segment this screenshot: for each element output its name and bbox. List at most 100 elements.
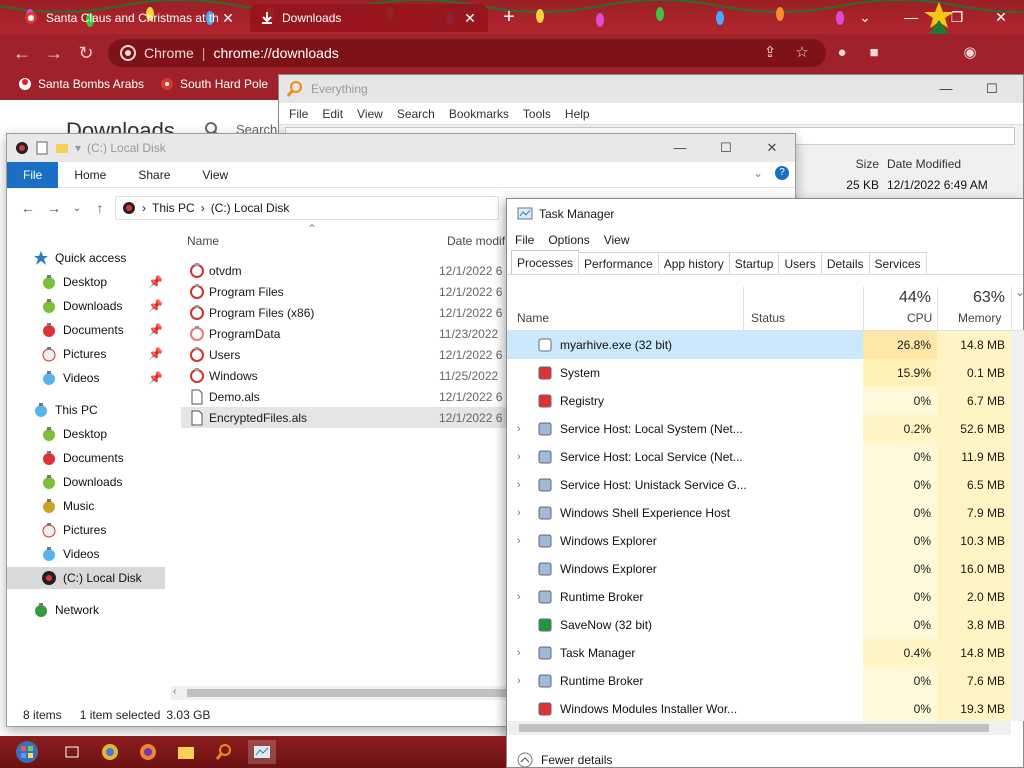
share-icon[interactable]: ⇪ bbox=[760, 43, 780, 63]
ribbon-tab-view[interactable]: View bbox=[186, 162, 244, 188]
menu-view[interactable]: View bbox=[604, 233, 630, 247]
vertical-scrollbar[interactable] bbox=[1011, 331, 1024, 721]
sidebar-item-network[interactable]: Network bbox=[7, 599, 165, 621]
pin-icon[interactable]: 📌 bbox=[148, 323, 163, 337]
menu-options[interactable]: Options bbox=[548, 233, 589, 247]
tab-search-chevron-icon[interactable]: ⌄ bbox=[842, 0, 888, 34]
file-explorer-taskbar-icon[interactable] bbox=[172, 740, 200, 764]
breadcrumb-chevron-icon[interactable]: › bbox=[142, 201, 146, 215]
column-date-modified[interactable]: Date Modified bbox=[887, 157, 1019, 171]
new-folder-icon[interactable] bbox=[55, 141, 69, 155]
horizontal-scrollbar[interactable] bbox=[507, 721, 1011, 735]
bookmark-south-hard-pole[interactable]: South Hard Pole bbox=[160, 77, 268, 91]
sidebar-item-videos[interactable]: Videos bbox=[7, 543, 165, 565]
start-button[interactable] bbox=[10, 740, 44, 764]
extension-icon[interactable]: ● bbox=[832, 43, 852, 63]
tab-downloads[interactable]: Downloads ✕ bbox=[250, 4, 488, 32]
menu-tools[interactable]: Tools bbox=[523, 107, 551, 121]
pin-icon[interactable]: 📌 bbox=[148, 299, 163, 313]
chevron-down-icon[interactable]: ⌄ bbox=[753, 166, 763, 180]
sidebar-item-documents[interactable]: Documents bbox=[7, 447, 165, 469]
column-memory[interactable]: Memory bbox=[958, 311, 1001, 325]
ribbon-tab-home[interactable]: Home bbox=[58, 162, 122, 188]
sidebar-item-local-disk[interactable]: (C:) Local Disk bbox=[7, 567, 165, 589]
tab-details[interactable]: Details bbox=[820, 252, 870, 274]
sidebar-item-pictures[interactable]: Pictures 📌 bbox=[7, 343, 165, 365]
horizontal-scrollbar[interactable]: ‹ bbox=[171, 686, 511, 700]
menu-bookmarks[interactable]: Bookmarks bbox=[449, 107, 509, 121]
up-arrow-icon[interactable]: ↑ bbox=[87, 200, 113, 216]
menu-file[interactable]: File bbox=[289, 107, 308, 121]
task-manager-taskbar-icon[interactable] bbox=[248, 740, 276, 764]
maximize-button[interactable]: ☐ bbox=[969, 75, 1015, 103]
file-row[interactable]: Program Files 12/1/2022 6 bbox=[181, 281, 511, 302]
column-date-modified[interactable]: Date modif bbox=[447, 234, 505, 248]
sidebar-item-desktop[interactable]: Desktop 📌 bbox=[7, 271, 165, 293]
extension-s-icon[interactable]: ■ bbox=[864, 43, 884, 63]
expand-chevron-icon[interactable]: › bbox=[517, 675, 529, 687]
file-row[interactable]: otvdm 12/1/2022 6 bbox=[181, 260, 511, 281]
column-size[interactable]: Size bbox=[789, 157, 887, 171]
process-row[interactable]: › Windows Shell Experience Host 0% 7.9 MB bbox=[507, 499, 1024, 527]
sidebar-item-desktop[interactable]: Desktop bbox=[7, 423, 165, 445]
process-row[interactable]: Windows Explorer 0% 16.0 MB bbox=[507, 555, 1024, 583]
tab-performance[interactable]: Performance bbox=[578, 252, 659, 274]
expand-chevron-icon[interactable]: › bbox=[517, 591, 529, 603]
back-arrow-icon[interactable]: ← bbox=[15, 200, 41, 216]
tab-santa-claus[interactable]: Santa Claus and Christmas at th ✕ bbox=[14, 4, 246, 32]
close-icon[interactable]: ✕ bbox=[220, 10, 236, 27]
ribbon-tab-file[interactable]: File bbox=[7, 161, 59, 188]
sidebar-item-this-pc[interactable]: This PC bbox=[7, 399, 165, 421]
scroll-left-icon[interactable]: ‹ bbox=[173, 686, 176, 697]
file-row[interactable]: Program Files (x86) 12/1/2022 6 bbox=[181, 302, 511, 323]
process-row[interactable]: › Service Host: Unistack Service G... 0% 6.… bbox=[507, 471, 1024, 499]
column-name[interactable]: Name bbox=[187, 234, 219, 248]
pin-icon[interactable]: 📌 bbox=[148, 275, 163, 289]
tab-startup[interactable]: Startup bbox=[728, 252, 780, 274]
process-row[interactable]: › Runtime Broker 0% 2.0 MB bbox=[507, 583, 1024, 611]
expand-chevron-icon[interactable]: › bbox=[517, 535, 529, 547]
close-window-button[interactable]: ✕ bbox=[978, 0, 1024, 34]
chevron-down-icon[interactable]: ⌄ bbox=[1015, 285, 1024, 299]
column-status[interactable]: Status bbox=[751, 311, 785, 325]
address-bar[interactable]: Chrome | chrome://downloads bbox=[108, 39, 826, 67]
breadcrumb[interactable]: › This PC › (C:) Local Disk bbox=[115, 196, 499, 220]
new-tab-button[interactable]: + bbox=[498, 6, 520, 28]
minimize-button[interactable]: — bbox=[923, 75, 969, 103]
file-row[interactable]: Users 12/1/2022 6 bbox=[181, 344, 511, 365]
sidebar-item-pictures[interactable]: Pictures bbox=[7, 519, 165, 541]
pin-icon[interactable]: 📌 bbox=[148, 371, 163, 385]
file-row-selected[interactable]: EncryptedFiles.als 12/1/2022 6 bbox=[181, 407, 511, 428]
profile-avatar-icon[interactable]: ◉ bbox=[960, 43, 980, 63]
process-row[interactable]: Registry 0% 6.7 MB bbox=[507, 387, 1024, 415]
expand-chevron-icon[interactable]: › bbox=[517, 647, 529, 659]
recent-chevron-icon[interactable]: ⌄ bbox=[67, 203, 87, 214]
breadcrumb-chevron-icon[interactable]: › bbox=[201, 201, 205, 215]
task-view-icon[interactable] bbox=[58, 740, 86, 764]
menu-help[interactable]: Help bbox=[565, 107, 590, 121]
tab-processes[interactable]: Processes bbox=[511, 250, 580, 274]
process-row[interactable]: › Windows Explorer 0% 10.3 MB bbox=[507, 527, 1024, 555]
forward-arrow-icon[interactable]: → bbox=[41, 200, 67, 216]
pin-icon[interactable]: 📌 bbox=[148, 347, 163, 361]
bookmark-santa-bombs-arabs[interactable]: Santa Bombs Arabs bbox=[18, 77, 144, 91]
process-row[interactable]: System 15.9% 0.1 MB bbox=[507, 359, 1024, 387]
column-cpu[interactable]: CPU bbox=[907, 311, 932, 325]
expand-chevron-icon[interactable]: › bbox=[517, 423, 529, 435]
expand-chevron-icon[interactable]: › bbox=[517, 479, 529, 491]
scrollbar-thumb[interactable] bbox=[187, 689, 507, 697]
file-row[interactable]: ProgramData 11/23/2022 bbox=[181, 323, 511, 344]
back-button[interactable]: ← bbox=[10, 41, 34, 65]
menu-search[interactable]: Search bbox=[397, 107, 435, 121]
process-row[interactable]: Windows Modules Installer Wor... 0% 19.3 M… bbox=[507, 695, 1024, 721]
sidebar-item-videos[interactable]: Videos 📌 bbox=[7, 367, 165, 389]
reload-button[interactable]: ↻ bbox=[74, 41, 98, 65]
column-name[interactable]: Name bbox=[517, 311, 549, 325]
tab-services[interactable]: Services bbox=[868, 252, 927, 274]
tab-app-history[interactable]: App history bbox=[657, 252, 730, 274]
help-icon[interactable]: ? bbox=[775, 166, 789, 180]
ribbon-tab-share[interactable]: Share bbox=[122, 162, 186, 188]
menu-file[interactable]: File bbox=[515, 233, 534, 247]
forward-button[interactable]: → bbox=[42, 41, 66, 65]
sidebar-item-downloads[interactable]: Downloads bbox=[7, 471, 165, 493]
